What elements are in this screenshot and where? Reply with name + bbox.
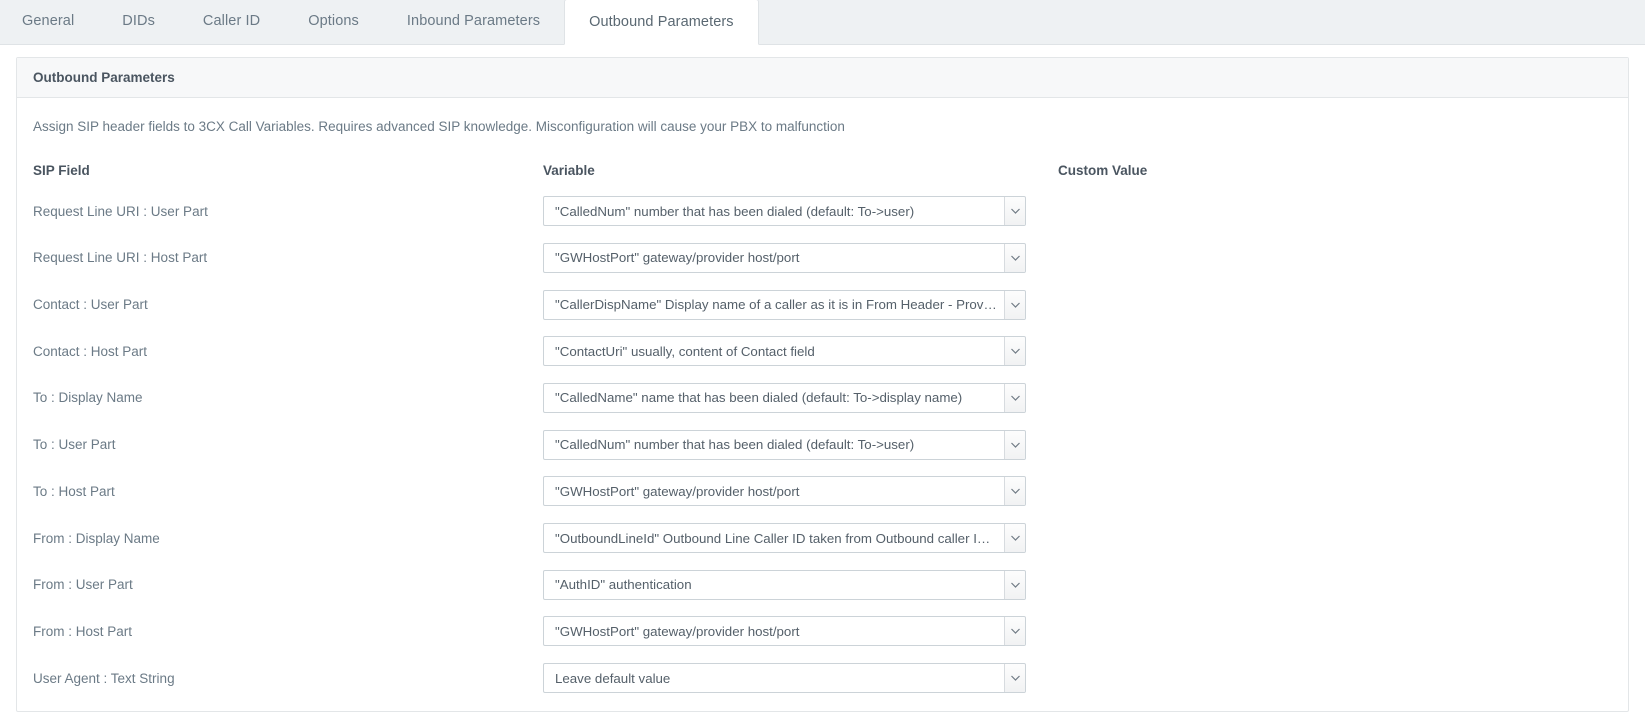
variable-cell: "CallerDispName" Display name of a calle… (543, 281, 1058, 328)
sip-field-label: Contact : Host Part (33, 328, 543, 375)
variable-cell: "CalledNum" number that has been dialed … (543, 188, 1058, 235)
sip-field-label: From : Display Name (33, 515, 543, 562)
table-row: Contact : Host Part"ContactUri" usually,… (33, 328, 1612, 375)
tab-inbound-parameters[interactable]: Inbound Parameters (383, 0, 564, 44)
custom-value-cell (1058, 515, 1612, 562)
variable-select-wrapper: "ContactUri" usually, content of Contact… (543, 336, 1026, 366)
variable-select-wrapper: "CalledName" name that has been dialed (… (543, 383, 1026, 413)
sip-field-label: From : User Part (33, 561, 543, 608)
panel-title: Outbound Parameters (17, 58, 1628, 98)
variable-select[interactable]: "AuthID" authentication (543, 570, 1026, 600)
column-header-variable: Variable (543, 163, 1058, 188)
variable-select[interactable]: "GWHostPort" gateway/provider host/port (543, 476, 1026, 506)
table-row: From : User Part"AuthID" authentication (33, 561, 1612, 608)
sip-field-label: Request Line URI : Host Part (33, 235, 543, 282)
sip-field-label: To : Host Part (33, 468, 543, 515)
variable-select[interactable]: "GWHostPort" gateway/provider host/port (543, 616, 1026, 646)
variable-select-wrapper: Leave default value (543, 663, 1026, 693)
table-row: From : Display Name"OutboundLineId" Outb… (33, 515, 1612, 562)
sip-field-label: Request Line URI : User Part (33, 188, 543, 235)
table-row: Contact : User Part"CallerDispName" Disp… (33, 281, 1612, 328)
sip-field-label: To : Display Name (33, 375, 543, 422)
table-body: Request Line URI : User Part"CalledNum" … (33, 188, 1612, 702)
variable-select[interactable]: Leave default value (543, 663, 1026, 693)
variable-cell: Leave default value (543, 655, 1058, 702)
variable-select[interactable]: "OutboundLineId" Outbound Line Caller ID… (543, 523, 1026, 553)
variable-cell: "GWHostPort" gateway/provider host/port (543, 468, 1058, 515)
tab-caller-id[interactable]: Caller ID (179, 0, 284, 44)
custom-value-cell (1058, 235, 1612, 282)
variable-select-wrapper: "OutboundLineId" Outbound Line Caller ID… (543, 523, 1026, 553)
variable-cell: "CalledName" name that has been dialed (… (543, 375, 1058, 422)
variable-select-wrapper: "CalledNum" number that has been dialed … (543, 430, 1026, 460)
tab-outbound-parameters[interactable]: Outbound Parameters (564, 0, 759, 45)
variable-select-wrapper: "GWHostPort" gateway/provider host/port (543, 616, 1026, 646)
table-row: To : Host Part"GWHostPort" gateway/provi… (33, 468, 1612, 515)
custom-value-cell (1058, 375, 1612, 422)
table-row: Request Line URI : User Part"CalledNum" … (33, 188, 1612, 235)
variable-cell: "AuthID" authentication (543, 561, 1058, 608)
variable-cell: "OutboundLineId" Outbound Line Caller ID… (543, 515, 1058, 562)
tab-general[interactable]: General (0, 0, 98, 44)
tab-dids[interactable]: DIDs (98, 0, 179, 44)
outbound-parameters-panel: Outbound Parameters Assign SIP header fi… (16, 57, 1629, 712)
custom-value-cell (1058, 608, 1612, 655)
column-header-sip-field: SIP Field (33, 163, 543, 188)
variable-select[interactable]: "CallerDispName" Display name of a calle… (543, 290, 1026, 320)
sip-field-label: To : User Part (33, 421, 543, 468)
table-head: SIP Field Variable Custom Value (33, 163, 1612, 188)
tab-options[interactable]: Options (284, 0, 383, 44)
variable-cell: "GWHostPort" gateway/provider host/port (543, 608, 1058, 655)
variable-cell: "CalledNum" number that has been dialed … (543, 421, 1058, 468)
custom-value-cell (1058, 655, 1612, 702)
panel-wrapper: Outbound Parameters Assign SIP header fi… (0, 45, 1645, 712)
variable-select-wrapper: "GWHostPort" gateway/provider host/port (543, 476, 1026, 506)
variable-select[interactable]: "ContactUri" usually, content of Contact… (543, 336, 1026, 366)
custom-value-cell (1058, 188, 1612, 235)
sip-field-label: User Agent : Text String (33, 655, 543, 702)
panel-body: Assign SIP header fields to 3CX Call Var… (17, 98, 1628, 711)
variable-select[interactable]: "CalledNum" number that has been dialed … (543, 430, 1026, 460)
variable-cell: "GWHostPort" gateway/provider host/port (543, 235, 1058, 282)
variable-select-wrapper: "CallerDispName" Display name of a calle… (543, 290, 1026, 320)
variable-select[interactable]: "CalledName" name that has been dialed (… (543, 383, 1026, 413)
table-row: To : User Part"CalledNum" number that ha… (33, 421, 1612, 468)
variable-select-wrapper: "AuthID" authentication (543, 570, 1026, 600)
table-row: From : Host Part"GWHostPort" gateway/pro… (33, 608, 1612, 655)
custom-value-cell (1058, 468, 1612, 515)
outbound-parameters-table: SIP Field Variable Custom Value Request … (33, 163, 1612, 702)
sip-field-label: From : Host Part (33, 608, 543, 655)
column-header-custom-value: Custom Value (1058, 163, 1612, 188)
panel-description: Assign SIP header fields to 3CX Call Var… (33, 118, 1612, 137)
variable-select[interactable]: "GWHostPort" gateway/provider host/port (543, 243, 1026, 273)
custom-value-cell (1058, 421, 1612, 468)
sip-field-label: Contact : User Part (33, 281, 543, 328)
variable-select-wrapper: "GWHostPort" gateway/provider host/port (543, 243, 1026, 273)
table-header-row: SIP Field Variable Custom Value (33, 163, 1612, 188)
table-row: Request Line URI : Host Part"GWHostPort"… (33, 235, 1612, 282)
custom-value-cell (1058, 561, 1612, 608)
variable-select[interactable]: "CalledNum" number that has been dialed … (543, 196, 1026, 226)
custom-value-cell (1058, 281, 1612, 328)
variable-cell: "ContactUri" usually, content of Contact… (543, 328, 1058, 375)
table-row: User Agent : Text StringLeave default va… (33, 655, 1612, 702)
table-row: To : Display Name"CalledName" name that … (33, 375, 1612, 422)
tab-strip: General DIDs Caller ID Options Inbound P… (0, 0, 1645, 45)
variable-select-wrapper: "CalledNum" number that has been dialed … (543, 196, 1026, 226)
custom-value-cell (1058, 328, 1612, 375)
